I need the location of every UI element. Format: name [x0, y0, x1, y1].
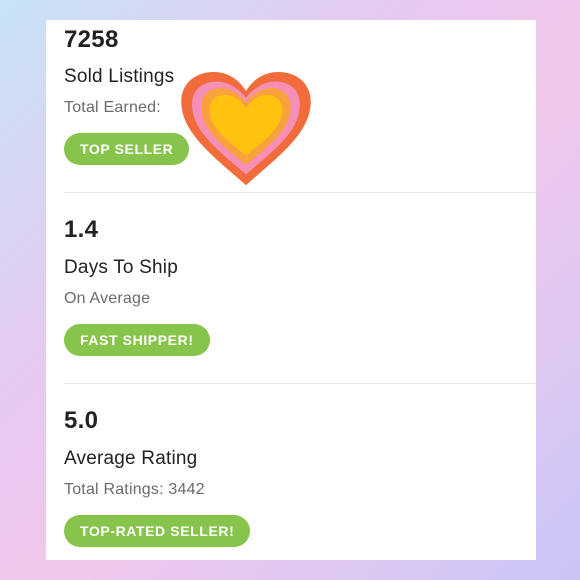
heart-sticker-icon: [181, 72, 311, 186]
average-rating-value: 5.0: [64, 407, 99, 434]
stat-divider: [64, 192, 536, 193]
stat-days-to-ship: 1.4 Days To Ship On Average FAST SHIPPER…: [64, 210, 536, 400]
days-to-ship-title: Days To Ship: [64, 257, 178, 278]
sold-listings-title: Sold Listings: [64, 66, 175, 87]
total-earned-label: Total Earned:: [64, 99, 161, 116]
top-seller-badge: TOP SELLER: [64, 133, 190, 165]
sold-listings-count: 7258: [64, 26, 119, 53]
on-average-label: On Average: [64, 290, 151, 307]
top-rated-seller-badge: TOP-RATED SELLER!: [64, 515, 251, 547]
stat-divider: [64, 383, 536, 384]
days-to-ship-value: 1.4: [64, 216, 99, 243]
average-rating-title: Average Rating: [64, 448, 198, 469]
fast-shipper-badge: FAST SHIPPER!: [64, 324, 210, 356]
stat-average-rating: 5.0 Average Rating Total Ratings: 3442 T…: [64, 401, 536, 560]
total-ratings-label: Total Ratings: 3442: [64, 481, 205, 498]
